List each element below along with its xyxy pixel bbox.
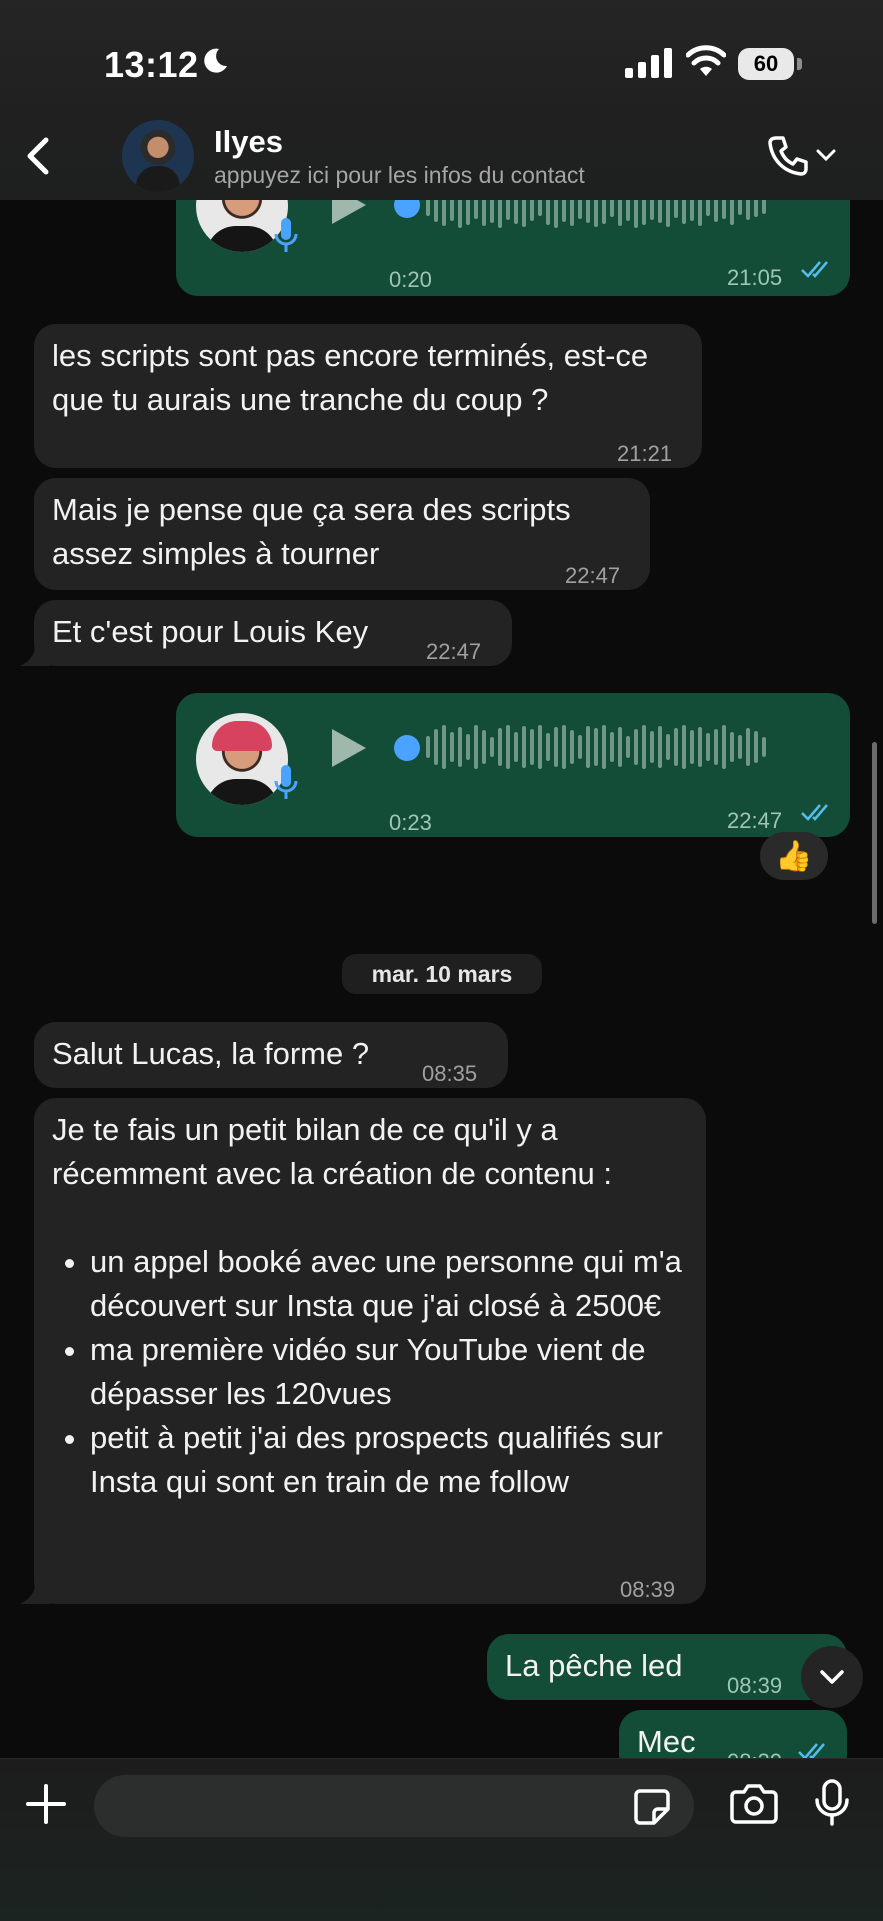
outgoing-message[interactable]: La pêche led 08:39 [487, 1634, 847, 1700]
voice-duration: 0:23 [389, 810, 432, 835]
moon-icon [204, 48, 227, 73]
message-time: 08:35 [422, 1061, 478, 1086]
date-separator: mar. 10 mars [342, 954, 542, 994]
message-text: les scripts sont pas encore terminés, es… [52, 338, 649, 417]
top-bar: 13:12 60 Ilyes appuyez ici pour les info… [0, 0, 883, 200]
incoming-message[interactable]: Salut Lucas, la forme ? 08:35 [34, 1022, 508, 1088]
message-text: Et c'est pour Louis Key [52, 614, 369, 649]
message-text: La pêche led [505, 1648, 683, 1683]
sticker-icon[interactable] [632, 1787, 672, 1827]
reaction-badge[interactable]: 👍 [760, 832, 828, 880]
message-text: Salut Lucas, la forme ? [52, 1036, 370, 1071]
contact-name[interactable]: Ilyes [214, 124, 283, 160]
voice-message[interactable]: 0:20 21:05 [176, 200, 850, 296]
incoming-message[interactable]: les scripts sont pas encore terminés, es… [34, 324, 702, 468]
message-time: 08:39 [620, 1577, 676, 1602]
read-ticks-icon [801, 804, 828, 821]
phone-icon[interactable] [766, 134, 810, 178]
list-item: ma première vidéo sur YouTube vient de d… [90, 1328, 710, 1416]
message-text: Je te fais un petit bilan de ce qu'il y … [52, 1112, 613, 1191]
playback-position[interactable] [394, 200, 420, 218]
chevron-down-icon [820, 1670, 844, 1684]
voice-message[interactable]: 0:23 22:47 [176, 693, 850, 837]
play-icon[interactable] [332, 200, 366, 224]
message-time: 08:39 [727, 1740, 782, 1758]
waveform[interactable] [426, 717, 766, 777]
contact-avatar[interactable] [122, 120, 194, 192]
signal-icon [625, 48, 672, 78]
contact-subtitle[interactable]: appuyez ici pour les infos du contact [214, 162, 585, 189]
mic-icon[interactable] [812, 1778, 852, 1828]
message-time: 22:47 [426, 639, 482, 664]
message-bullet-list: un appel booké avec une personne qui m'a… [52, 1240, 710, 1504]
wifi-icon [686, 45, 726, 76]
back-chevron-icon[interactable] [20, 136, 60, 176]
voice-duration: 0:20 [389, 267, 432, 292]
list-item: petit à petit j'ai des prospects qualifi… [90, 1416, 710, 1504]
read-ticks-icon [798, 1743, 825, 1758]
status-time: 13:12 [104, 44, 199, 85]
waveform[interactable] [426, 200, 766, 236]
list-item: un appel booké avec une personne qui m'a… [90, 1240, 710, 1328]
playback-position[interactable] [394, 735, 420, 761]
bubble-tail [20, 1578, 50, 1604]
chat-area[interactable]: 0:20 21:05 les scripts sont pas encore t… [0, 200, 883, 1758]
chevron-down-icon[interactable] [816, 148, 836, 162]
read-ticks-icon [801, 261, 828, 278]
play-icon[interactable] [332, 729, 366, 767]
message-time: 21:05 [727, 265, 783, 290]
message-time: 22:47 [565, 563, 621, 588]
bubble-tail [20, 640, 50, 666]
battery-tip [797, 58, 802, 70]
camera-icon[interactable] [730, 1782, 778, 1824]
incoming-message[interactable]: Je te fais un petit bilan de ce qu'il y … [34, 1098, 706, 1604]
plus-icon[interactable] [24, 1782, 68, 1826]
battery-indicator: 60 [738, 48, 794, 80]
message-input[interactable] [94, 1775, 694, 1837]
scrollbar[interactable] [872, 742, 877, 924]
message-time: 08:39 [727, 1673, 783, 1698]
incoming-message[interactable]: Mais je pense que ça sera des scripts as… [34, 478, 650, 590]
scroll-to-bottom-button[interactable] [801, 1646, 863, 1708]
mic-icon [274, 765, 298, 799]
message-text: Mec [637, 1724, 696, 1758]
message-text: Mais je pense que ça sera des scripts as… [52, 492, 571, 571]
outgoing-message[interactable]: Mec 08:39 [619, 1710, 847, 1758]
mic-icon [274, 218, 298, 252]
incoming-message[interactable]: Et c'est pour Louis Key 22:47 [34, 600, 512, 666]
message-time: 21:21 [617, 441, 673, 466]
